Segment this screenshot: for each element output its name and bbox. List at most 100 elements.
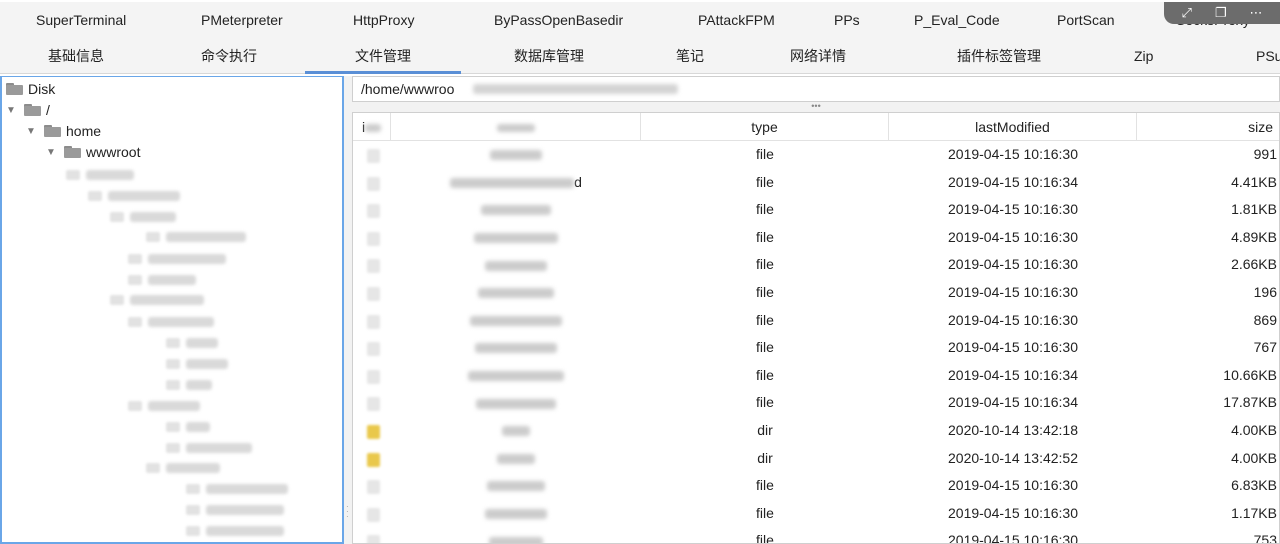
tree-node-blurred[interactable] [146,458,220,478]
tree-node-blurred[interactable] [110,290,204,310]
tab-database-manager[interactable]: 数据库管理 [514,38,584,74]
tree-node-blurred[interactable] [88,186,180,206]
row-name-cell[interactable] [391,527,641,543]
table-row[interactable]: file 2019-04-15 10:16:30 869 [353,307,1279,335]
tab-command-exec[interactable]: 命令执行 [201,38,257,74]
column-header-size[interactable]: size [1137,113,1279,141]
tab-file-manager[interactable]: 文件管理 [305,38,461,74]
file-icon [367,369,380,384]
horizontal-splitter[interactable]: ••• [352,102,1280,112]
tab-network-details[interactable]: 网络详情 [790,38,846,74]
tree-node-blurred[interactable] [128,270,196,290]
table-row[interactable]: file 2019-04-15 10:16:30 991 [353,141,1279,169]
directory-tree[interactable]: Disk ▼ / ▼ home ▼ wwwroot [0,76,344,544]
row-name-cell[interactable] [391,279,641,307]
path-bar[interactable] [352,76,1280,102]
tab-p-eval-code[interactable]: P_Eval_Code [914,2,1000,38]
tab-notes[interactable]: 笔记 [676,38,704,74]
tab-pmeterpreter[interactable]: PMeterpreter [201,2,283,38]
expand-icon[interactable]: ⤢ [1181,5,1191,21]
table-row[interactable]: file 2019-04-15 10:16:30 1.81KB [353,196,1279,224]
row-name-cell[interactable] [391,417,641,445]
table-row[interactable]: file 2019-04-15 10:16:30 196 [353,279,1279,307]
tree-node-blurred[interactable] [66,165,134,185]
tree-node-blurred[interactable] [110,207,176,227]
folder-icon [166,422,180,432]
row-name-cell[interactable] [391,307,641,335]
copy-icon[interactable]: ❐ [1215,5,1227,21]
table-row[interactable]: file 2019-04-15 10:16:34 17.87KB [353,389,1279,417]
tab-zip[interactable]: Zip [1134,38,1153,74]
row-name-cell[interactable] [391,500,641,528]
tree-node-root[interactable]: ▼ / [6,100,50,120]
row-icon-cell [353,224,391,252]
row-name-cell[interactable]: d [391,169,641,197]
table-row[interactable]: file 2019-04-15 10:16:30 767 [353,334,1279,362]
tab-psu[interactable]: PSu [1256,38,1280,74]
column-header-lastmodified[interactable]: lastModified [889,113,1137,141]
row-name-cell[interactable] [391,334,641,362]
tab-plugin-tag-manager[interactable]: 插件标签管理 [957,38,1041,74]
grip-icon: · · · [346,502,349,521]
more-icon[interactable]: ⋯ [1249,5,1262,21]
tree-node-wwwroot[interactable]: ▼ wwwroot [46,142,140,162]
column-header-icon[interactable]: i [353,113,391,141]
tab-portscan[interactable]: PortScan [1057,2,1115,38]
chevron-down-icon[interactable]: ▼ [6,105,18,116]
row-name-cell[interactable] [391,472,641,500]
tree-node-blurred[interactable] [128,312,214,332]
tree-node-blurred[interactable] [166,375,212,395]
tree-node-blurred[interactable] [186,479,288,499]
tab-pps[interactable]: PPs [834,2,860,38]
tree-node-blurred[interactable] [166,438,252,458]
chevron-down-icon[interactable]: ▼ [46,147,58,158]
row-type-cell: file [756,504,774,521]
row-name-cell[interactable] [391,251,641,279]
tree-node-blurred[interactable] [166,417,210,437]
table-row[interactable]: file 2019-04-15 10:16:30 4.89KB [353,224,1279,252]
tab-httpproxy[interactable]: HttpProxy [353,2,414,38]
folder-icon [110,212,124,222]
tree-node-home[interactable]: ▼ home [26,121,101,141]
folder-icon [186,526,200,536]
row-size-cell: 4.89KB [1231,228,1277,245]
tab-superterminal[interactable]: SuperTerminal [36,2,126,38]
table-row[interactable]: dir 2020-10-14 13:42:18 4.00KB [353,417,1279,445]
row-name-cell[interactable] [391,141,641,169]
column-header-type[interactable]: type [641,113,889,141]
chevron-down-icon[interactable]: ▼ [26,126,38,137]
table-row[interactable]: file 2019-04-15 10:16:30 6.83KB [353,472,1279,500]
tree-node-label: Disk [28,81,56,97]
column-header-name[interactable] [391,113,641,141]
row-name-cell[interactable] [391,224,641,252]
tree-node-blurred[interactable] [186,500,284,520]
row-icon-cell [353,389,391,417]
row-size-cell: 4.00KB [1231,449,1277,466]
table-row[interactable]: dir 2020-10-14 13:42:52 4.00KB [353,445,1279,473]
row-name-cell[interactable] [391,445,641,473]
folder-icon [6,83,23,95]
tab-bypassopenbasedir[interactable]: ByPassOpenBasedir [494,2,623,38]
tab-basic-info[interactable]: 基础信息 [48,38,104,74]
table-row[interactable]: d file 2019-04-15 10:16:34 4.41KB [353,169,1279,197]
obscured-label [450,177,575,188]
tree-node-blurred[interactable] [128,396,200,416]
tree-node-blurred[interactable] [186,521,284,541]
table-row[interactable]: file 2019-04-15 10:16:30 2.66KB [353,251,1279,279]
tree-node-blurred[interactable] [166,333,218,353]
table-row[interactable]: file 2019-04-15 10:16:30 753 [353,527,1279,543]
table-row[interactable]: file 2019-04-15 10:16:34 10.66KB [353,362,1279,390]
main-tab-row: 基础信息 命令执行 文件管理 数据库管理 笔记 网络详情 插件标签管理 Zip … [0,38,1280,74]
tree-node-blurred[interactable] [128,249,226,269]
row-name-cell[interactable] [391,362,641,390]
tree-node-disk[interactable]: Disk [6,79,55,99]
tree-node-blurred[interactable] [166,354,228,374]
tab-pattackfpm[interactable]: PAttackFPM [698,2,775,38]
row-name-cell[interactable] [391,196,641,224]
table-row[interactable]: file 2019-04-15 10:16:30 1.17KB [353,500,1279,528]
folder-icon [24,104,41,116]
tree-node-blurred[interactable] [146,227,246,247]
panel-splitter[interactable]: · · · [344,76,352,544]
file-icon [367,314,380,329]
row-name-cell[interactable] [391,389,641,417]
